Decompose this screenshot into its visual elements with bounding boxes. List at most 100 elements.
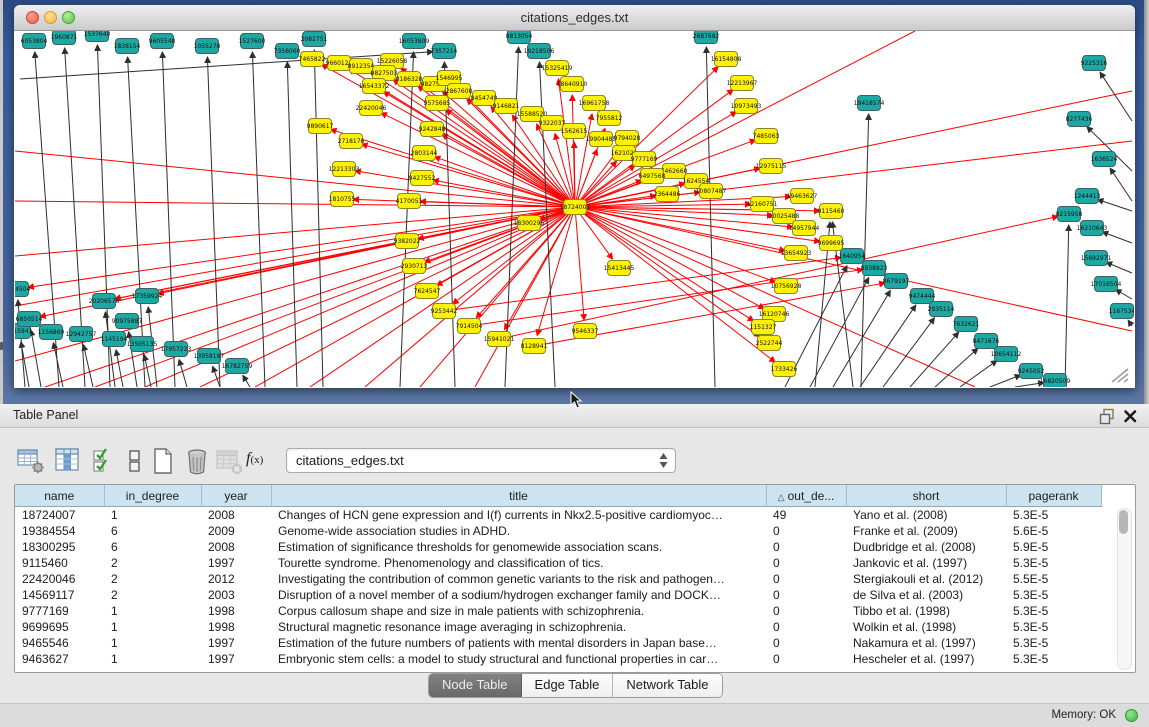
table-cell[interactable]: 9115460 (15, 555, 104, 571)
table-row[interactable]: 911546021997Tourette syndrome. Phenomeno… (15, 555, 1101, 571)
table-cell[interactable]: 5.6E-5 (1006, 523, 1101, 539)
table-cell[interactable]: 18724007 (15, 507, 104, 524)
table-cell[interactable]: 0 (766, 603, 846, 619)
table-cell[interactable]: 1 (104, 619, 201, 635)
table-cell[interactable]: Dudbridge et al. (2008) (846, 539, 1006, 555)
float-panel-icon[interactable] (1099, 408, 1116, 425)
table-row[interactable]: 946554611997Estimation of the future num… (15, 635, 1101, 651)
table-row[interactable]: 1872400712008Changes of HCN gene express… (15, 507, 1101, 524)
scrollbar-thumb[interactable] (1119, 510, 1128, 534)
table-cell[interactable]: 5.3E-5 (1006, 587, 1101, 603)
table-cell[interactable]: 0 (766, 555, 846, 571)
table-cell[interactable]: Disruption of a novel member of a sodium… (271, 587, 766, 603)
table-cell[interactable]: 22420046 (15, 571, 104, 587)
table-cell[interactable]: Nakamura et al. (1997) (846, 635, 1006, 651)
table-cell[interactable]: 0 (766, 619, 846, 635)
table-cell[interactable]: 5.3E-5 (1006, 603, 1101, 619)
table-row[interactable]: 969969511998Structural magnetic resonanc… (15, 619, 1101, 635)
table-cell[interactable]: Estimation of significance thresholds fo… (271, 539, 766, 555)
table-cell[interactable]: 1998 (201, 603, 271, 619)
table-row[interactable]: 1938455462009Genome-wide association stu… (15, 523, 1101, 539)
table-cell[interactable]: Hescheler et al. (1997) (846, 651, 1006, 667)
table-cell[interactable]: 19384554 (15, 523, 104, 539)
table-cell[interactable]: 1998 (201, 619, 271, 635)
column-header[interactable]: year (201, 485, 271, 507)
table-cell[interactable]: Yano et al. (2008) (846, 507, 1006, 524)
column-header[interactable]: name (15, 485, 104, 507)
table-cell[interactable]: 5.3E-5 (1006, 651, 1101, 667)
table-cell[interactable]: 2008 (201, 539, 271, 555)
memory-status-indicator[interactable] (1125, 709, 1138, 722)
tab-network-table[interactable]: Network Table (613, 674, 721, 697)
table-cell[interactable]: 5.9E-5 (1006, 539, 1101, 555)
table-cell[interactable]: 2008 (201, 507, 271, 524)
table-cell[interactable]: 5.3E-5 (1006, 619, 1101, 635)
table-cell[interactable]: 2009 (201, 523, 271, 539)
table-cell[interactable]: 18300295 (15, 539, 104, 555)
table-cell[interactable]: Tibbo et al. (1998) (846, 603, 1006, 619)
table-cell[interactable]: 5.3E-5 (1006, 635, 1101, 651)
table-row[interactable]: 977716911998Corpus callosum shape and si… (15, 603, 1101, 619)
table-cell[interactable]: 0 (766, 587, 846, 603)
table-cell[interactable]: Tourette syndrome. Phenomenology and cla… (271, 555, 766, 571)
table-cell[interactable]: 9463627 (15, 651, 104, 667)
table-cell[interactable]: Investigating the contribution of common… (271, 571, 766, 587)
table-cell[interactable]: 49 (766, 507, 846, 524)
table-row[interactable]: 1830029562008Estimation of significance … (15, 539, 1101, 555)
citation-network-graph[interactable]: 6053804196087115376401838154960554810552… (15, 31, 1134, 387)
table-cell[interactable]: Changes of HCN gene expression and I(f) … (271, 507, 766, 524)
table-cell[interactable]: 0 (766, 635, 846, 651)
table-cell[interactable]: 2 (104, 571, 201, 587)
column-header[interactable]: title (271, 485, 766, 507)
row-height-icon[interactable] (120, 446, 150, 476)
table-cell[interactable]: 1997 (201, 651, 271, 667)
table-cell[interactable]: Stergiakouli et al. (2012) (846, 571, 1006, 587)
tab-node-table[interactable]: Node Table (429, 674, 522, 697)
table-row[interactable]: 2242004622012Investigating the contribut… (15, 571, 1101, 587)
table-cell[interactable]: 5.3E-5 (1006, 555, 1101, 571)
delete-table-icon[interactable] (214, 446, 244, 476)
function-builder-icon[interactable]: f(x) (246, 450, 280, 480)
table-cell[interactable]: 0 (766, 571, 846, 587)
table-cell[interactable]: 2 (104, 587, 201, 603)
table-cell[interactable]: 6 (104, 539, 201, 555)
network-window-titlebar[interactable]: citations_edges.txt (14, 5, 1135, 31)
table-cell[interactable]: 9465546 (15, 635, 104, 651)
table-selector[interactable]: citations_edges.txt (286, 448, 676, 473)
table-cell[interactable]: Genome-wide association studies in ADHD. (271, 523, 766, 539)
column-header[interactable]: pagerank (1006, 485, 1101, 507)
table-cell[interactable]: 1 (104, 651, 201, 667)
table-cell[interactable]: 5.5E-5 (1006, 571, 1101, 587)
column-header[interactable]: △out_de... (766, 485, 846, 507)
divider-grip[interactable] (0, 342, 3, 350)
table-cell[interactable]: 9699695 (15, 619, 104, 635)
column-selection-icon[interactable] (90, 446, 120, 476)
table-cell[interactable]: 1997 (201, 555, 271, 571)
table-cell[interactable]: Franke et al. (2009) (846, 523, 1006, 539)
left-panel-divider[interactable] (0, 0, 3, 404)
table-cell[interactable]: 1 (104, 603, 201, 619)
table-cell[interactable]: 1 (104, 635, 201, 651)
table-cell[interactable]: 5.3E-5 (1006, 507, 1101, 524)
tab-edge-table[interactable]: Edge Table (522, 674, 614, 697)
delete-column-icon[interactable] (182, 446, 212, 476)
table-cell[interactable]: 6 (104, 523, 201, 539)
table-cell[interactable]: Embryonic stem cells: a model to study s… (271, 651, 766, 667)
table-cell[interactable]: Corpus callosum shape and size in male p… (271, 603, 766, 619)
table-cell[interactable]: 0 (766, 539, 846, 555)
column-visibility-icon[interactable] (53, 446, 83, 476)
table-options-icon[interactable] (16, 446, 46, 476)
new-column-icon[interactable] (148, 446, 178, 476)
table-cell[interactable]: 2012 (201, 571, 271, 587)
table-cell[interactable]: 9777169 (15, 603, 104, 619)
table-cell[interactable]: Jankovic et al. (1997) (846, 555, 1006, 571)
network-canvas[interactable]: 6053804196087115376401838154960554810552… (15, 31, 1134, 387)
table-cell[interactable]: 2 (104, 555, 201, 571)
table-cell[interactable]: 0 (766, 523, 846, 539)
column-header[interactable]: in_degree (104, 485, 201, 507)
table-vertical-scrollbar[interactable] (1117, 508, 1132, 670)
table-cell[interactable]: 14569117 (15, 587, 104, 603)
table-cell[interactable]: Structural magnetic resonance image aver… (271, 619, 766, 635)
right-panel-divider[interactable] (1144, 0, 1149, 404)
table-row[interactable]: 1456911722003Disruption of a novel membe… (15, 587, 1101, 603)
